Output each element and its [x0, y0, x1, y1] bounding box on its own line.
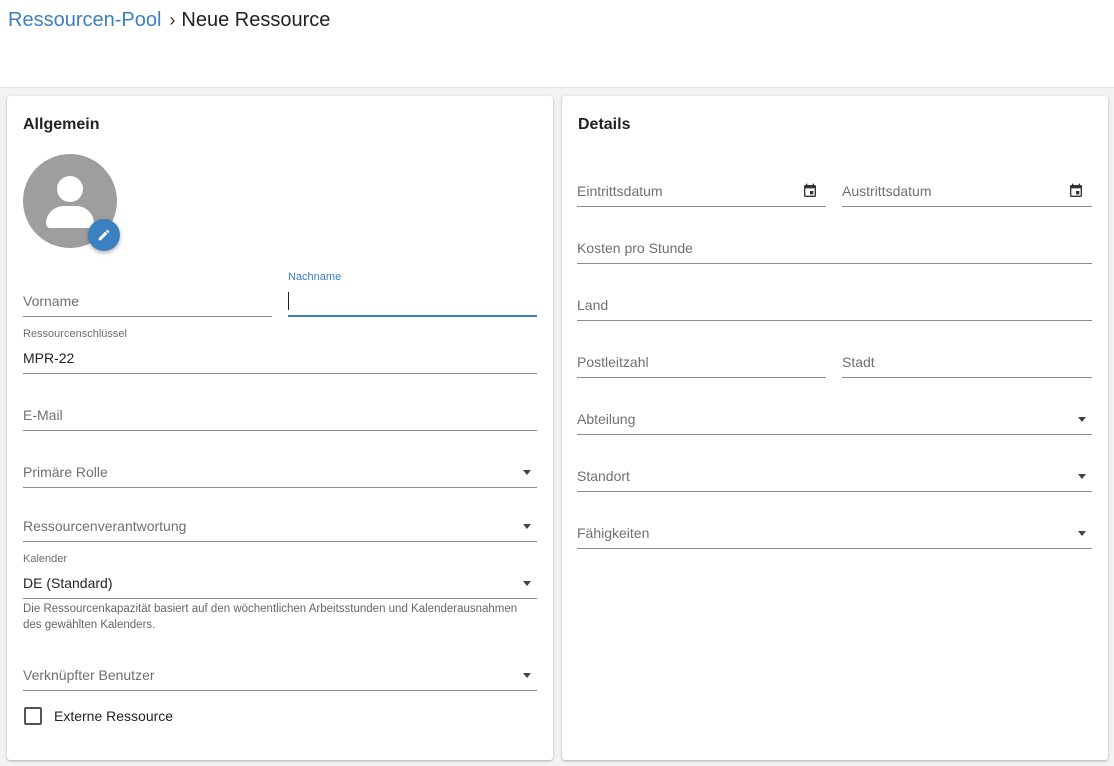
resource-key-label: Ressourcenschlüssel: [23, 328, 127, 340]
calendar-select[interactable]: Kalender DE (Standard): [23, 553, 537, 599]
exit-date-field[interactable]: Austrittsdatum: [842, 166, 1092, 207]
cost-per-hour-placeholder: Kosten pro Stunde: [577, 240, 693, 256]
caret-down-icon: [1078, 474, 1086, 479]
caret-down-icon: [523, 524, 531, 529]
page-title: Neue Ressource: [181, 9, 331, 31]
caret-down-icon: [523, 470, 531, 475]
exit-date-placeholder: Austrittsdatum: [842, 183, 932, 199]
city-field[interactable]: Stadt: [842, 337, 1092, 378]
primary-role-placeholder: Primäre Rolle: [23, 464, 108, 480]
calendar-icon[interactable]: [1068, 183, 1084, 199]
location-select[interactable]: Standort: [577, 451, 1092, 492]
chevron-right-icon: ›: [169, 10, 176, 30]
caret-down-icon: [523, 581, 531, 586]
primary-role-select[interactable]: Primäre Rolle: [23, 447, 537, 488]
department-placeholder: Abteilung: [577, 411, 636, 427]
linked-user-select[interactable]: Verknüpfter Benutzer: [23, 650, 537, 691]
caret-down-icon: [1078, 531, 1086, 536]
postal-code-field[interactable]: Postleitzahl: [577, 337, 826, 378]
first-name-field[interactable]: Vorname: [23, 276, 272, 317]
location-placeholder: Standort: [577, 468, 630, 484]
last-name-field[interactable]: Nachname: [288, 271, 537, 317]
general-card-title: Allgemein: [23, 116, 100, 133]
last-name-label: Nachname: [288, 271, 342, 283]
country-placeholder: Land: [577, 297, 609, 313]
resource-owner-select[interactable]: Ressourcenverantwortung: [23, 501, 537, 542]
details-card: Details Eintrittsdatum Austrittsdatum Ko…: [562, 96, 1108, 760]
email-field[interactable]: E-Mail: [23, 390, 537, 431]
city-placeholder: Stadt: [842, 354, 875, 370]
resource-key-value: MPR-22: [23, 350, 75, 366]
person-icon: [57, 176, 83, 202]
calendar-value: DE (Standard): [23, 575, 113, 591]
skills-placeholder: Fähigkeiten: [577, 525, 650, 541]
resource-owner-placeholder: Ressourcenverantwortung: [23, 518, 187, 534]
entry-date-field[interactable]: Eintrittsdatum: [577, 166, 826, 207]
calendar-label: Kalender: [23, 553, 68, 565]
postal-code-placeholder: Postleitzahl: [577, 354, 649, 370]
email-placeholder: E-Mail: [23, 407, 63, 423]
breadcrumb-link-resource-pool[interactable]: Ressourcen-Pool: [8, 8, 161, 32]
calendar-icon[interactable]: [802, 183, 818, 199]
cost-per-hour-field[interactable]: Kosten pro Stunde: [577, 223, 1092, 264]
general-card: Allgemein Vorname Nachname Ressourcensch…: [7, 96, 553, 760]
department-select[interactable]: Abteilung: [577, 394, 1092, 435]
caret-down-icon: [523, 673, 531, 678]
external-resource-checkbox[interactable]: [24, 707, 42, 725]
linked-user-placeholder: Verknüpfter Benutzer: [23, 667, 155, 683]
entry-date-placeholder: Eintrittsdatum: [577, 183, 663, 199]
calendar-hint: Die Ressourcenkapazität basiert auf den …: [23, 603, 518, 631]
page-header: Ressourcen-Pool › Neue Ressource: [0, 0, 1114, 88]
details-card-title: Details: [578, 116, 631, 133]
edit-avatar-button[interactable]: [88, 219, 120, 251]
resource-key-field[interactable]: Ressourcenschlüssel MPR-22: [23, 328, 537, 374]
breadcrumb: Ressourcen-Pool › Neue Ressource: [8, 8, 330, 32]
first-name-placeholder: Vorname: [23, 293, 80, 309]
caret-down-icon: [1078, 417, 1086, 422]
country-field[interactable]: Land: [577, 280, 1092, 321]
pencil-icon: [98, 229, 110, 241]
skills-select[interactable]: Fähigkeiten: [577, 508, 1092, 549]
external-resource-label[interactable]: Externe Ressource: [54, 708, 173, 724]
text-cursor: [288, 292, 289, 310]
